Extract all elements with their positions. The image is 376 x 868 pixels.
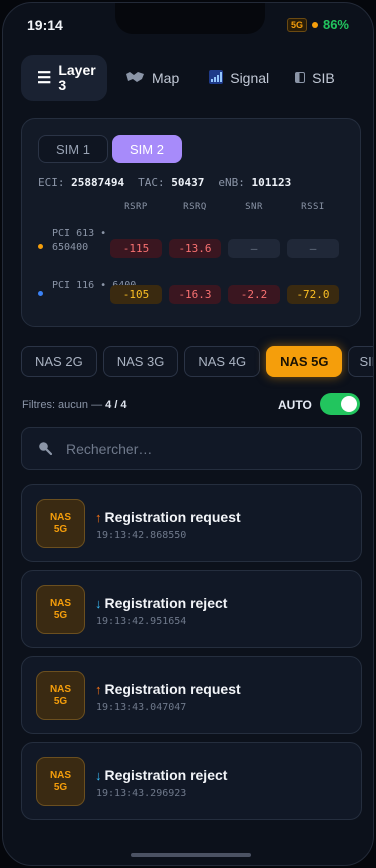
message-timestamp: 19:13:42.951654 [96,616,187,627]
search-icon [39,442,52,455]
sim2-button[interactable]: SIM 2 [112,135,182,163]
home-indicator[interactable] [131,853,251,857]
message-timestamp: 19:13:43.047047 [96,702,187,713]
message-name: Registration reject [104,767,228,783]
network-dot-icon [311,21,318,28]
badge-line1: NAS [49,511,72,523]
badge-line2: 5G [53,781,68,793]
protocol-badge: NAS 5G [36,757,85,806]
message-timestamp: 19:13:42.868550 [96,530,187,541]
tac-label: TAC: [138,176,165,189]
nas-tab-bar: NAS 2G NAS 3G NAS 4G NAS 5G SIP [21,346,373,377]
tac-value: 50437 [171,176,205,189]
battery-level: 86% [322,17,349,32]
badge-line1: NAS [49,597,72,609]
column-header-snr: SNR [245,202,263,212]
serving-cell-dot-icon [38,244,43,249]
network-badge: 5G [286,17,307,32]
message-name: Registration request [104,509,241,525]
sim1-button[interactable]: SIM 1 [38,135,108,163]
tab-nas-2g[interactable]: NAS 2G [21,346,97,377]
message-title: ↓ Registration reject [95,595,227,611]
message-item[interactable]: NAS 5G ↑ Registration request 19:13:42.8… [21,484,362,562]
status-time: 19:14 [27,17,63,33]
column-header-rssi: RSSI [301,202,325,212]
tab-sip[interactable]: SIP [348,346,373,377]
message-item[interactable]: NAS 5G ↓ Registration reject 19:13:43.29… [21,742,362,820]
phone-frame: 19:14 5G 86% ☰ Layer 3 Map Signal SIB SI… [2,2,374,866]
snr-value: -2.2 [228,285,280,304]
eci-value: 25887494 [71,176,125,189]
top-tab-bar: ☰ Layer 3 Map Signal SIB [21,55,347,101]
tab-sib[interactable]: SIB [283,55,347,101]
downlink-arrow-icon: ↓ [95,767,102,783]
camera-notch [115,3,265,34]
badge-line1: NAS [49,683,72,695]
toggle-knob [341,396,357,412]
message-name: Registration request [104,681,241,697]
message-timestamp: 19:13:43.296923 [96,788,187,799]
neighbor-cell-dot-icon [38,291,43,296]
auto-label: AUTO [278,398,312,412]
search-input[interactable] [66,438,346,460]
badge-line2: 5G [53,695,68,707]
filter-label: Filtres: aucun — [22,399,106,411]
signal-icon [209,69,224,87]
sim-info-card: SIM 1 SIM 2 ECI: 25887494 TAC: 50437 eNB… [21,118,361,327]
uplink-arrow-icon: ↑ [95,509,102,525]
message-title: ↑ Registration request [95,681,241,697]
message-title: ↑ Registration request [95,509,241,525]
rsrp-value: -105 [110,285,162,304]
protocol-badge: NAS 5G [36,671,85,720]
message-item[interactable]: NAS 5G ↓ Registration reject 19:13:42.95… [21,570,362,648]
sib-icon [295,71,306,86]
message-name: Registration reject [104,595,228,611]
rsrq-value: -16.3 [169,285,221,304]
snr-value: – [228,239,280,258]
enb-label: eNB: [218,176,245,189]
tab-layer3[interactable]: ☰ Layer 3 [21,55,107,101]
badge-line1: NAS [49,769,72,781]
downlink-arrow-icon: ↓ [95,595,102,611]
cell-row: PCI 116 • 6400 -105 -16.3 -2.2 -72.0 [38,279,358,321]
menu-icon: ☰ [37,69,52,87]
message-title: ↓ Registration reject [95,767,227,783]
protocol-badge: NAS 5G [36,585,85,634]
tab-nas-3g[interactable]: NAS 3G [102,346,179,377]
protocol-badge: NAS 5G [36,499,85,548]
rsrp-value: -115 [110,239,162,258]
filter-count: 4 / 4 [105,399,127,411]
rssi-value: – [287,239,339,258]
message-item[interactable]: NAS 5G ↑ Registration request 19:13:43.0… [21,656,362,734]
tab-map[interactable]: Map [113,55,191,101]
auto-toggle[interactable] [320,393,360,415]
badge-line2: 5G [53,609,68,621]
filter-status: Filtres: aucun — 4 / 4 [22,399,127,411]
sim-selector: SIM 1 SIM 2 [38,135,182,163]
column-header-rsrq: RSRQ [183,202,207,212]
tab-label: SIB [312,70,335,86]
tab-nas-4g[interactable]: NAS 4G [184,346,261,377]
eci-label: ECI: [38,176,65,189]
tab-label: Signal [230,70,270,86]
tab-signal[interactable]: Signal [197,55,281,101]
badge-line2: 5G [53,523,68,535]
map-icon [125,71,145,86]
tab-label: Layer 3 [58,62,96,93]
enb-value: 101123 [251,176,292,189]
rssi-value: -72.0 [287,285,339,304]
cell-identifiers: ECI: 25887494 TAC: 50437 eNB: 101123 [38,176,291,189]
search-box [21,427,362,470]
column-header-rsrp: RSRP [124,202,148,212]
rsrq-value: -13.6 [169,239,221,258]
cell-row: PCI 613 • 650400 -115 -13.6 – – [38,227,358,269]
status-indicators: 5G 86% [286,17,349,32]
tab-label: Map [152,70,180,86]
tab-nas-5g[interactable]: NAS 5G [266,346,343,377]
uplink-arrow-icon: ↑ [95,681,102,697]
